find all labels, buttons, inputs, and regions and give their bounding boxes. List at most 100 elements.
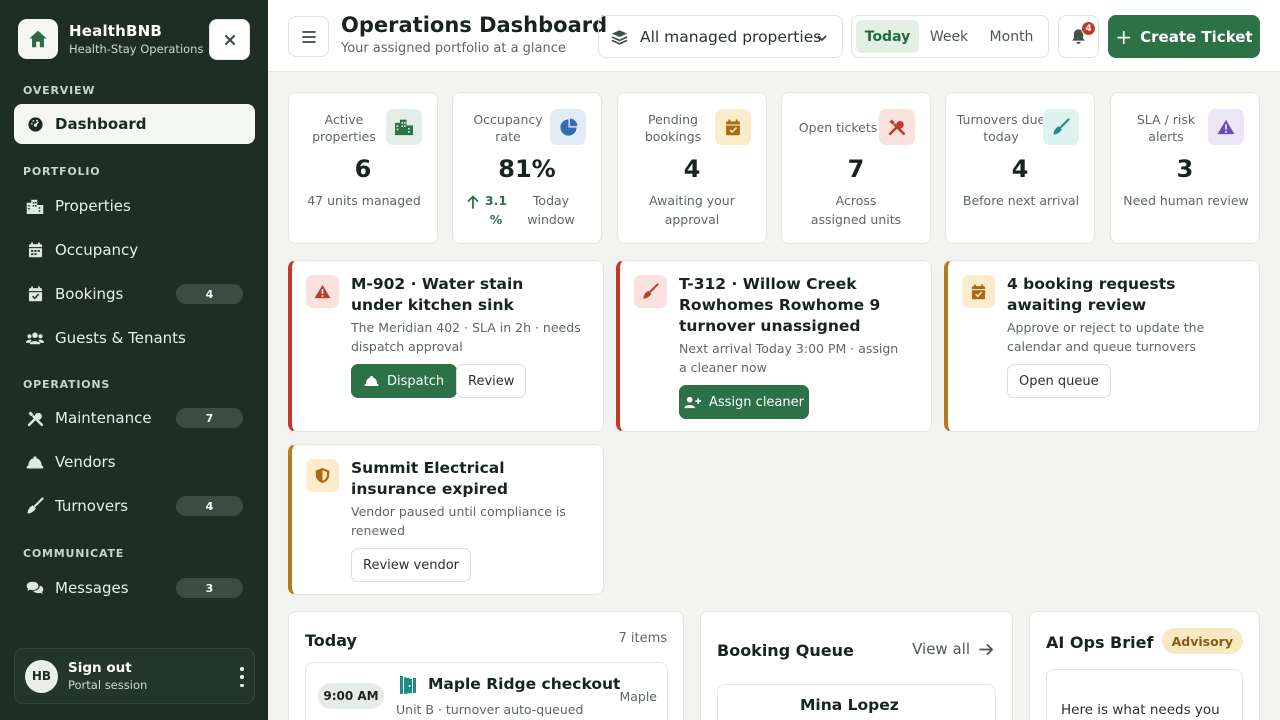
view-all-label: View all [912,640,970,658]
sidebar-item-messages[interactable]: Messages 3 [14,568,255,608]
kpi-active-properties[interactable]: Active properties 6 47 units managed [288,92,438,244]
sidebar-item-label: Dashboard [55,115,147,133]
brand[interactable]: HealthBNB Health-Stay Operations [18,19,203,59]
sidebar-item-label: Turnovers [55,497,129,515]
close-sidebar-button[interactable] [209,19,250,60]
kpi-sub: Awaiting your approval [649,193,735,227]
kpi-sub: Today window [527,193,575,227]
calendar-check-icon [715,109,751,145]
notification-count-badge: 4 [1081,21,1096,36]
create-ticket-button[interactable]: + Create Ticket [1108,15,1260,58]
dispatch-button[interactable]: Dispatch [351,364,458,398]
booking-queue-title: Booking Queue [717,641,854,660]
alert-card-insurance-expired: Summit Electrical insurance expired Vend… [288,444,604,595]
arrow-right-icon [979,643,994,656]
sidebar-item-label: Maintenance [55,409,152,427]
home-icon [18,19,58,59]
section-portfolio: PORTFOLIO [23,165,101,178]
page-subtitle: Your assigned portfolio at a glance [341,41,566,56]
view-all-link[interactable]: View all [912,640,994,658]
sidebar-item-guests-tenants[interactable]: Guests & Tenants [14,318,255,358]
brand-subtitle: Health-Stay Operations [69,42,204,56]
sidebar-item-label: Messages [55,579,129,597]
range-today-button[interactable]: Today [856,20,919,53]
time-pill: 9:00 AM [318,683,384,709]
alert-title: T-312 · Willow Creek Rowhomes Rowhome 9 … [679,275,881,335]
kpi-sub: 47 units managed [307,193,421,208]
gauge-icon [26,115,44,133]
agenda-subtitle: Unit B · turnover auto-queued [396,702,584,717]
kpi-trend: 3.1 % Today window [467,191,580,229]
menu-button[interactable] [288,16,329,57]
user-card[interactable]: HB Sign out Portal session [14,648,255,704]
assign-cleaner-button[interactable]: Assign cleaner [679,385,809,419]
sidebar-item-occupancy[interactable]: Occupancy [14,230,255,270]
alert-card-turnover-unassigned: T-312 · Willow Creek Rowhomes Rowhome 9 … [616,260,932,432]
range-month-button[interactable]: Month [979,20,1044,53]
sidebar-item-label: Occupancy [55,241,139,259]
sign-out-label: Sign out [68,660,132,676]
agenda-item[interactable]: 9:00 AM Maple Ridge checkout Unit B · tu… [305,662,668,720]
review-button[interactable]: Review [456,364,527,398]
today-title: Today [305,631,357,650]
trend-value: 3.1 % [484,193,508,227]
open-queue-button[interactable]: Open queue [1007,364,1111,398]
sidebar-item-maintenance[interactable]: Maintenance 7 [14,398,255,438]
sidebar-item-properties[interactable]: Properties [14,186,255,226]
kpi-sla-risk-alerts[interactable]: SLA / risk alerts 3 Need human review [1110,92,1260,244]
kpi-value: 4 [683,155,701,183]
today-panel: Today 7 items 9:00 AM Maple Ridge checko… [288,611,684,720]
brand-name: HealthBNB [69,22,163,40]
sidebar-item-label: Vendors [55,453,116,471]
kpi-occupancy-rate[interactable]: Occupancy rate 81% 3.1 % Today window [452,92,602,244]
broom-icon [1043,109,1079,145]
arrow-up-icon [467,195,479,209]
alert-card-water-stain: M-902 · Water stain under kitchen sink T… [288,260,604,432]
guest-name: Mina Lopez [800,696,899,714]
ai-brief-text: Here is what needs you [1061,702,1220,718]
agenda-title: Maple Ridge checkout [428,675,621,693]
tools-icon [879,109,915,145]
kpi-turnovers-due[interactable]: Turnovers due today 4 Before next arriva… [945,92,1095,244]
sidebar-item-turnovers[interactable]: Turnovers 4 [14,486,255,526]
chevron-down-icon [816,30,828,48]
booking-request-card[interactable]: Mina Lopez [717,684,996,720]
session-label: Portal session [68,678,148,692]
today-count: 7 items [618,631,667,646]
kpi-value: 7 [847,155,865,183]
top-bar: Operations Dashboard Your assigned portf… [268,0,1280,72]
sidebar-item-vendors[interactable]: Vendors [14,442,255,482]
warning-icon [1208,109,1244,145]
sidebar-item-bookings[interactable]: Bookings 4 [14,274,255,314]
shield-icon [306,459,339,492]
kpi-open-tickets[interactable]: Open tickets 7 Across assigned units [781,92,931,244]
building-icon [386,109,422,145]
sidebar-item-label: Properties [55,197,131,215]
sidebar-item-dashboard[interactable]: Dashboard [14,104,255,144]
dispatch-label: Dispatch [387,373,445,389]
plus-icon: + [1115,24,1133,49]
property-filter-select[interactable]: All managed properties [598,15,843,58]
warning-icon [306,275,339,308]
review-vendor-button[interactable]: Review vendor [351,548,471,582]
pie-chart-icon [550,109,586,145]
section-overview: OVERVIEW [23,84,96,97]
kebab-menu-icon[interactable] [238,667,246,687]
alert-description: Vendor paused until compliance is renewe… [351,504,566,538]
kpi-pending-bookings[interactable]: Pending bookings 4 Awaiting your approva… [617,92,767,244]
section-operations: OPERATIONS [23,378,111,391]
tools-icon [26,409,44,427]
hamburger-icon [301,30,316,43]
notifications-button[interactable]: 4 [1058,15,1099,58]
avatar: HB [25,659,58,693]
sidebar-item-label: Bookings [55,285,124,303]
range-week-button[interactable]: Week [919,20,979,53]
alert-card-booking-requests: 4 booking requests awaiting review Appro… [944,260,1260,432]
kpi-sub: Before next arrival [962,193,1080,208]
broom-icon [634,275,667,308]
broom-icon [26,497,44,515]
alert-description: Approve or reject to update the calendar… [1007,320,1205,354]
calendar-check-icon [26,285,44,303]
alert-title: M-902 · Water stain under kitchen sink [351,275,524,314]
date-range-toggle: Today Week Month [851,15,1049,58]
